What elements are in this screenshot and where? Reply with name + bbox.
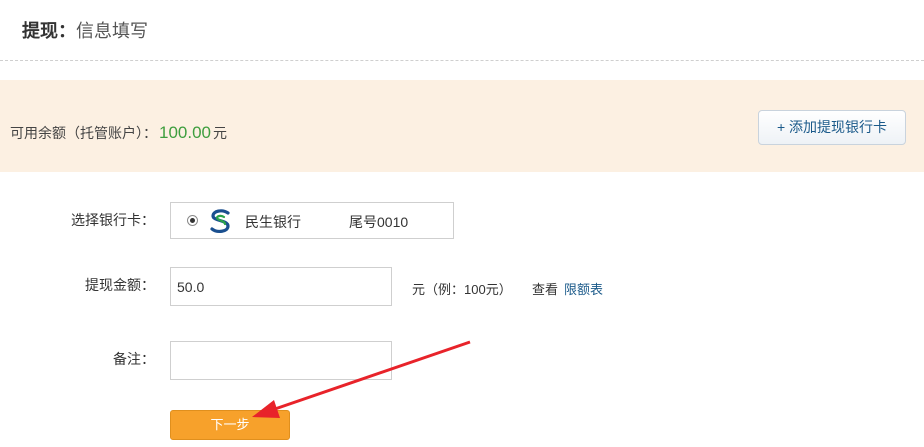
card-tail-number: 尾号0010 xyxy=(349,214,409,230)
balance-amount: 100.00 xyxy=(159,123,211,142)
remark-input[interactable] xyxy=(170,341,392,380)
next-step-button[interactable]: 下一步 xyxy=(170,410,290,440)
balance-label: 可用余额（托管账户）： xyxy=(10,125,157,141)
minsheng-bank-logo-icon xyxy=(210,209,230,233)
bank-card-radio[interactable] xyxy=(187,215,198,226)
next-step-label: 下一步 xyxy=(210,417,250,432)
plus-icon: + xyxy=(776,119,786,135)
remark-label: 备注： xyxy=(113,351,155,367)
page-title: 提现：信息填写 xyxy=(22,20,148,42)
withdraw-amount-input[interactable] xyxy=(170,267,392,306)
add-bank-card-label: 添加提现银行卡 xyxy=(789,119,888,135)
bank-card-option[interactable]: 民生银行 尾号0010 xyxy=(170,202,454,239)
bank-card-label: 选择银行卡： xyxy=(71,212,155,228)
amount-hint: 元（例：100元） xyxy=(412,282,512,297)
limit-table-link[interactable]: 限额表 xyxy=(564,279,603,298)
page-title-subtitle: 信息填写 xyxy=(76,21,148,41)
page-title-bold: 提现： xyxy=(22,21,76,41)
available-balance: 可用余额（托管账户）： 100.00 元 xyxy=(10,123,227,143)
add-bank-card-button[interactable]: + 添加提现银行卡 xyxy=(758,110,906,145)
view-text: 查看 xyxy=(532,282,559,297)
page-header: 提现：信息填写 xyxy=(0,0,924,61)
bank-name: 民生银行 xyxy=(245,214,301,230)
balance-unit: 元 xyxy=(213,125,227,141)
withdraw-amount-label: 提现金额： xyxy=(85,277,155,293)
